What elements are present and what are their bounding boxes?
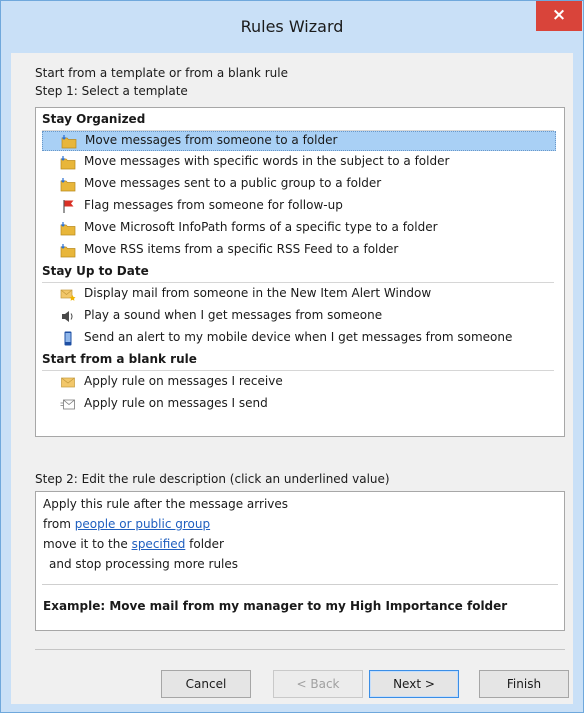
example-text: Example: Move mail from my manager to my… — [43, 599, 508, 613]
desc-line-4: and stop processing more rules — [49, 557, 239, 571]
send-mail-icon — [60, 399, 75, 410]
rule-description-box: Apply this rule after the message arrive… — [35, 491, 565, 631]
template-move-rss[interactable]: Move RSS items from a specific RSS Feed … — [42, 241, 556, 261]
template-label: Move Microsoft InfoPath forms of a speci… — [84, 220, 438, 234]
desc-from-prefix: from — [43, 517, 75, 531]
group-header-blank-rule: Start from a blank rule — [42, 352, 554, 371]
desc-folder-suffix: folder — [185, 537, 224, 551]
window-title: Rules Wizard — [240, 17, 344, 36]
specified-folder-link[interactable]: specified — [132, 537, 186, 551]
template-label: Flag messages from someone for follow-up — [84, 198, 343, 212]
template-label: Apply rule on messages I receive — [84, 374, 283, 388]
template-label: Display mail from someone in the New Ite… — [84, 286, 432, 300]
folder-arrow-icon — [60, 156, 76, 170]
template-new-item-alert[interactable]: Display mail from someone in the New Ite… — [42, 285, 556, 305]
template-label: Play a sound when I get messages from so… — [84, 308, 383, 322]
red-flag-icon — [63, 200, 74, 213]
desc-line-2: from people or public group — [43, 517, 210, 531]
template-label: Send an alert to my mobile device when I… — [84, 330, 513, 344]
back-button[interactable]: < Back — [273, 670, 363, 698]
people-or-public-group-link[interactable]: people or public group — [75, 517, 210, 531]
envelope-star-icon — [60, 289, 76, 301]
intro-text: Start from a template or from a blank ru… — [35, 66, 288, 80]
template-label: Move messages with specific words in the… — [84, 154, 450, 168]
template-apply-receive[interactable]: Apply rule on messages I receive — [42, 373, 556, 393]
desc-line-3: move it to the specified folder — [43, 537, 224, 551]
template-move-infopath[interactable]: Move Microsoft InfoPath forms of a speci… — [42, 219, 556, 239]
template-move-specific-words[interactable]: Move messages with specific words in the… — [42, 153, 556, 173]
group-header-stay-up-to-date: Stay Up to Date — [42, 264, 554, 283]
desc-line-1: Apply this rule after the message arrive… — [43, 497, 289, 511]
finish-button[interactable]: Finish — [479, 670, 569, 698]
step1-label: Step 1: Select a template — [35, 84, 188, 98]
template-apply-send[interactable]: Apply rule on messages I send — [42, 395, 556, 415]
folder-arrow-icon — [60, 178, 76, 192]
template-flag-follow-up[interactable]: Flag messages from someone for follow-up — [42, 197, 556, 217]
rules-wizard-window: Rules Wizard × Start from a template or … — [0, 0, 584, 713]
mobile-device-icon — [64, 331, 72, 346]
template-label: Apply rule on messages I send — [84, 396, 268, 410]
folder-arrow-icon — [61, 135, 77, 149]
group-header-stay-organized: Stay Organized — [42, 112, 554, 131]
template-move-public-group[interactable]: Move messages sent to a public group to … — [42, 175, 556, 195]
close-button[interactable]: × — [536, 1, 582, 31]
envelope-icon — [61, 377, 75, 388]
folder-arrow-icon — [60, 222, 76, 236]
template-label: Move messages sent to a public group to … — [84, 176, 382, 190]
dialog-body: Start from a template or from a blank ru… — [11, 53, 573, 704]
speaker-icon — [62, 311, 73, 322]
description-divider — [42, 584, 558, 585]
template-move-from-someone[interactable]: Move messages from someone to a folder — [42, 131, 556, 151]
title-bar[interactable]: Rules Wizard × — [1, 1, 583, 53]
footer-divider — [35, 649, 565, 650]
desc-move-prefix: move it to the — [43, 537, 132, 551]
cancel-button[interactable]: Cancel — [161, 670, 251, 698]
template-label: Move RSS items from a specific RSS Feed … — [84, 242, 399, 256]
template-mobile-alert[interactable]: Send an alert to my mobile device when I… — [42, 329, 556, 349]
step2-label: Step 2: Edit the rule description (click… — [35, 472, 390, 486]
template-label: Move messages from someone to a folder — [85, 133, 338, 147]
next-button[interactable]: Next > — [369, 670, 459, 698]
template-play-sound[interactable]: Play a sound when I get messages from so… — [42, 307, 556, 327]
template-list[interactable]: Stay Organized Move messages from someon… — [35, 107, 565, 437]
folder-arrow-icon — [60, 244, 76, 258]
